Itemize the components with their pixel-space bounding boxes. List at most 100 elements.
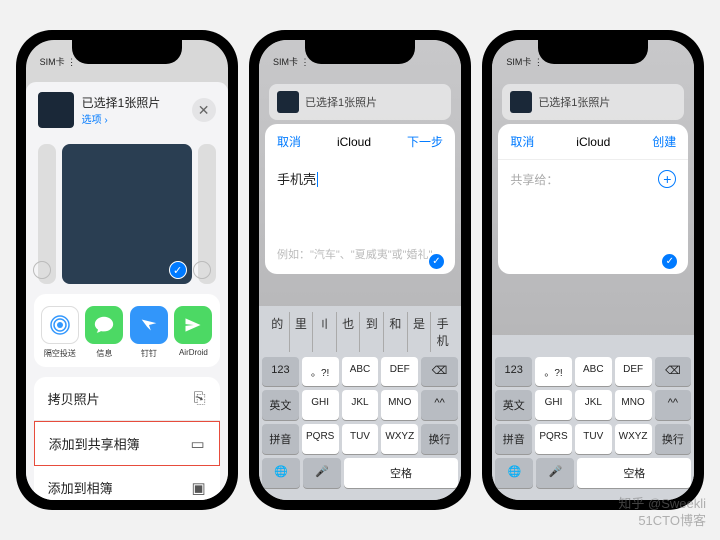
preview-strip[interactable]: ✓ — [26, 138, 228, 294]
cancel-button[interactable]: 取消 — [510, 133, 534, 150]
phone-share-invite: SIM卡 ⋮ 已选择1张照片 ✓ 取消 iCloud 创建 共享给： + 123… — [482, 30, 704, 510]
notch — [538, 40, 648, 64]
key-caret[interactable]: ^^ — [655, 390, 692, 420]
icloud-modal: 取消 iCloud 下一步 手机壳 例如："汽车"、"夏威夷"或"婚礼" — [265, 124, 455, 274]
action-list: 拷贝照片⎘ 添加到共享相簿▭ 添加到相簿▣ — [34, 377, 220, 500]
share-header: 已选择1张照片 选项 › ✕ — [26, 82, 228, 138]
notch — [72, 40, 182, 64]
share-sheet: 已选择1张照片 选项 › ✕ ✓ 隔空投送 信息 钉钉 AirDroid 拷贝照… — [26, 82, 228, 500]
globe-key[interactable]: 🌐 — [262, 458, 300, 488]
key[interactable]: GHI — [302, 390, 339, 420]
preview-next[interactable] — [198, 144, 216, 284]
key[interactable]: ABC — [342, 357, 379, 386]
key-caret[interactable]: ^^ — [421, 390, 458, 420]
modal-title: iCloud — [576, 135, 610, 149]
dingtalk-button[interactable]: 钉钉 — [127, 306, 172, 359]
suggestion-bar — [495, 339, 691, 357]
keyboard: 123。?!ABCDEF⌫ 英文GHIJKLMNO^^ 拼音PQRSTUVWXY… — [492, 335, 694, 500]
backspace-key[interactable]: ⌫ — [421, 357, 458, 386]
modal-nav: 取消 iCloud 下一步 — [265, 124, 455, 159]
airdroid-button[interactable]: AirDroid — [171, 306, 216, 359]
key[interactable]: TUV — [342, 424, 379, 454]
key[interactable]: JKL — [342, 390, 379, 420]
messages-button[interactable]: 信息 — [82, 306, 127, 359]
suggestion[interactable]: 的 — [266, 312, 290, 352]
app-share-row: 隔空投送 信息 钉钉 AirDroid — [34, 294, 220, 367]
suggestion[interactable]: 里 — [290, 312, 314, 352]
messages-icon — [85, 306, 123, 344]
key[interactable]: 。?! — [535, 357, 572, 386]
options-link[interactable]: 选项 › — [82, 111, 184, 126]
screen: SIM卡 ⋮ 已选择1张照片 ✓ 取消 iCloud 下一步 手机壳 例如："汽… — [259, 40, 461, 500]
key[interactable]: JKL — [575, 390, 612, 420]
input-placeholder: 例如："汽车"、"夏威夷"或"婚礼" — [277, 246, 432, 262]
backspace-key[interactable]: ⌫ — [655, 357, 692, 386]
return-key[interactable]: 换行 — [421, 424, 458, 454]
key[interactable]: TUV — [575, 424, 612, 454]
header-thumb — [38, 92, 74, 128]
selected-count: 已选择1张照片 — [82, 94, 184, 111]
mic-key[interactable]: 🎤 — [536, 458, 574, 488]
close-icon[interactable]: ✕ — [192, 98, 216, 122]
space-key[interactable]: 空格 — [577, 458, 691, 488]
mic-key[interactable]: 🎤 — [303, 458, 341, 488]
suggestion-bar: 的 里 〢 也 到 和 是 手机 — [262, 310, 458, 357]
globe-key[interactable]: 🌐 — [495, 458, 533, 488]
key[interactable]: DEF — [381, 357, 418, 386]
preview-prev[interactable] — [38, 144, 56, 284]
icloud-modal: 取消 iCloud 创建 共享给： + — [498, 124, 688, 274]
key-en[interactable]: 英文 — [262, 390, 299, 420]
bg-check-icon: ✓ — [428, 253, 445, 270]
bg-header: 已选择1张照片 — [502, 84, 684, 120]
key[interactable]: PQRS — [535, 424, 572, 454]
screen: SIM卡 ⋮ 已选择1张照片 选项 › ✕ ✓ 隔空投送 信息 钉钉 AirDr… — [26, 40, 228, 500]
key-123[interactable]: 123 — [495, 357, 532, 386]
suggestion[interactable]: 和 — [384, 312, 408, 352]
preview-main[interactable]: ✓ — [62, 144, 192, 284]
share-to-row[interactable]: 共享给： + — [498, 159, 688, 198]
album-icon: ▣ — [191, 479, 205, 497]
key-en[interactable]: 英文 — [495, 390, 532, 420]
key[interactable]: DEF — [615, 357, 652, 386]
space-key[interactable]: 空格 — [344, 458, 458, 488]
notch — [305, 40, 415, 64]
key[interactable]: MNO — [615, 390, 652, 420]
key-pinyin[interactable]: 拼音 — [262, 424, 299, 454]
copy-photo-action[interactable]: 拷贝照片⎘ — [34, 377, 220, 421]
phone-share-sheet: SIM卡 ⋮ 已选择1张照片 选项 › ✕ ✓ 隔空投送 信息 钉钉 AirDr… — [16, 30, 238, 510]
key-pinyin[interactable]: 拼音 — [495, 424, 532, 454]
suggestion[interactable]: 也 — [337, 312, 361, 352]
key[interactable]: ABC — [575, 357, 612, 386]
add-album-action[interactable]: 添加到相簿▣ — [34, 466, 220, 500]
cancel-button[interactable]: 取消 — [277, 133, 301, 150]
airdrop-button[interactable]: 隔空投送 — [38, 306, 83, 359]
bg-header: 已选择1张照片 — [269, 84, 451, 120]
dingtalk-icon — [130, 306, 168, 344]
key-123[interactable]: 123 — [262, 357, 299, 386]
key[interactable]: WXYZ — [615, 424, 652, 454]
suggestion[interactable]: 〢 — [313, 312, 337, 352]
modal-nav: 取消 iCloud 创建 — [498, 124, 688, 159]
modal-title: iCloud — [337, 135, 371, 149]
add-shared-album-action[interactable]: 添加到共享相簿▭ — [34, 421, 220, 466]
plus-icon[interactable]: + — [658, 170, 676, 188]
key[interactable]: PQRS — [302, 424, 339, 454]
create-button[interactable]: 创建 — [652, 133, 676, 150]
checkmark-icon: ✓ — [169, 261, 187, 279]
return-key[interactable]: 换行 — [655, 424, 692, 454]
key[interactable]: WXYZ — [381, 424, 418, 454]
key[interactable]: 。?! — [302, 357, 339, 386]
watermark: 知乎 @Sweekli 51CTO博客 — [618, 496, 706, 530]
suggestion[interactable]: 手机 — [431, 312, 454, 352]
key[interactable]: MNO — [381, 390, 418, 420]
key[interactable]: GHI — [535, 390, 572, 420]
suggestion[interactable]: 是 — [408, 312, 432, 352]
suggestion[interactable]: 到 — [360, 312, 384, 352]
shared-album-icon: ▭ — [190, 435, 204, 453]
phone-name-album: SIM卡 ⋮ 已选择1张照片 ✓ 取消 iCloud 下一步 手机壳 例如："汽… — [249, 30, 471, 510]
keyboard: 的 里 〢 也 到 和 是 手机 123。?!ABCDEF⌫ 英文GHIJKLM… — [259, 306, 461, 500]
next-button[interactable]: 下一步 — [407, 133, 443, 150]
album-name-input[interactable]: 手机壳 — [265, 159, 455, 198]
copy-icon: ⎘ — [194, 390, 206, 407]
airdrop-icon — [41, 306, 79, 344]
